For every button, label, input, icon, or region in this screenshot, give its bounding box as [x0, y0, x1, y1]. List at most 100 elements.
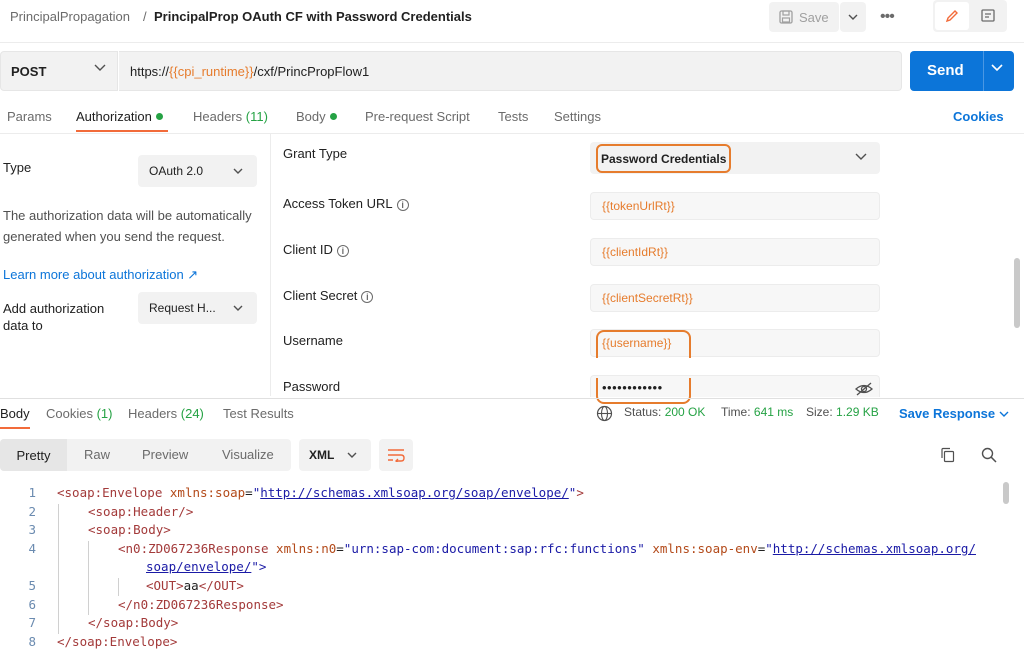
token-url-input[interactable]: {{tokenUrlRt}}: [590, 192, 880, 220]
save-response-button[interactable]: Save Response: [899, 406, 995, 421]
tab-tests[interactable]: Tests: [498, 109, 528, 124]
line-number: 5: [28, 578, 36, 593]
panel-divider: [270, 134, 271, 396]
response-tab-body[interactable]: Body: [0, 406, 30, 421]
eye-hidden-icon[interactable]: [855, 382, 873, 396]
code-line-7: </soap:Body>: [88, 615, 179, 630]
code-line-6: </n0:ZD067236Response>: [118, 597, 284, 612]
chevron-down-icon: [347, 452, 357, 458]
cookies-count: (1): [96, 406, 113, 421]
time-label: Time:: [721, 405, 751, 419]
line-number: 2: [28, 504, 36, 519]
wrap-lines-button[interactable]: [379, 439, 413, 471]
add-auth-to-value: Request H...: [149, 301, 216, 315]
tab-prerequest-script[interactable]: Pre-request Script: [365, 109, 470, 124]
line-number: 7: [28, 615, 36, 630]
chevron-down-icon[interactable]: [999, 411, 1009, 417]
tab-settings[interactable]: Settings: [554, 109, 601, 124]
chevron-down-icon: [233, 305, 243, 311]
headers-count: (11): [245, 109, 268, 124]
indent-guide: [88, 541, 89, 615]
url-input[interactable]: https://{{cpi_runtime}}/cxf/PrincPropFlo…: [119, 51, 902, 91]
time-value: 641 ms: [753, 405, 794, 419]
response-headers-count: (24): [180, 406, 204, 421]
request-title[interactable]: PrincipalProp OAuth CF with Password Cre…: [154, 9, 472, 24]
tabs-divider: [0, 133, 1024, 134]
add-auth-to-label: Add authorization data to: [3, 301, 105, 333]
response-tab-cookies[interactable]: Cookies (1): [46, 406, 112, 421]
save-label: Save: [799, 9, 829, 25]
info-icon[interactable]: i: [361, 291, 374, 303]
wrap-lines-icon: [388, 449, 405, 462]
client-id-label-text: Client ID: [283, 242, 333, 257]
cookies-link[interactable]: Cookies: [953, 109, 1004, 124]
response-time: Time: 641 ms: [721, 405, 793, 419]
search-icon[interactable]: [981, 447, 997, 463]
header-divider: [0, 42, 1024, 43]
code-line-4: <n0:ZD067236Response xmlns:n0="urn:sap-c…: [118, 541, 976, 556]
language-select[interactable]: XML: [299, 439, 371, 471]
globe-icon[interactable]: [596, 405, 613, 422]
auth-description: The authorization data will be automatic…: [3, 208, 252, 244]
chevron-down-icon: [855, 153, 867, 160]
response-tab-headers[interactable]: Headers (24): [128, 406, 204, 421]
active-tab-indicator: [76, 130, 168, 132]
line-number: 3: [28, 522, 36, 537]
send-label[interactable]: Send: [927, 62, 964, 79]
code-scrollbar[interactable]: [1003, 482, 1009, 504]
response-headers-label: Headers: [128, 406, 178, 421]
edit-button[interactable]: [935, 2, 969, 30]
save-dropdown-button[interactable]: [840, 2, 866, 32]
info-icon[interactable]: i: [336, 245, 349, 257]
status-label: Status:: [624, 405, 662, 419]
response-divider: [0, 398, 1024, 399]
client-id-value: {{clientIdRt}}: [602, 245, 669, 259]
info-icon[interactable]: i: [396, 199, 409, 211]
code-line-1: <soap:Envelope xmlns:soap="http://schema…: [57, 485, 584, 500]
client-secret-input[interactable]: {{clientSecretRt}}: [590, 284, 880, 312]
save-icon: [779, 10, 793, 24]
code-line-3: <soap:Body>: [88, 522, 171, 537]
username-label: Username: [283, 333, 343, 348]
save-button[interactable]: Save: [769, 2, 839, 32]
client-id-input[interactable]: {{clientIdRt}}: [590, 238, 880, 266]
code-line-5: <OUT>aa</OUT>: [146, 578, 244, 593]
more-options-icon[interactable]: •••: [880, 8, 895, 26]
chevron-down-icon: [233, 168, 243, 174]
tab-authorization[interactable]: Authorization: [76, 109, 163, 124]
response-tab-test-results[interactable]: Test Results: [223, 406, 294, 421]
size-value: 1.29 KB: [836, 405, 879, 419]
auth-type-label: Type: [3, 160, 32, 175]
response-cookies-label: Cookies: [46, 406, 93, 421]
format-visualize[interactable]: Visualize: [222, 447, 274, 462]
tab-headers[interactable]: Headers (11): [193, 109, 268, 124]
breadcrumb-separator: /: [143, 9, 147, 24]
password-highlight: [596, 378, 691, 404]
tab-params[interactable]: Params: [7, 109, 52, 124]
format-pretty-label: Pretty: [16, 447, 51, 463]
documentation-button[interactable]: [971, 2, 1005, 30]
line-number: 1: [28, 485, 36, 500]
line-number: 4: [28, 541, 36, 556]
method-value: POST: [11, 63, 47, 79]
format-pretty[interactable]: Pretty: [0, 439, 67, 471]
url-variable: {{cpi_runtime}}: [169, 63, 254, 79]
status-value: 200 OK: [664, 405, 706, 419]
response-status: Status: 200 OK: [624, 405, 705, 419]
format-raw[interactable]: Raw: [84, 447, 110, 462]
format-preview[interactable]: Preview: [142, 447, 188, 462]
grant-type-highlight: Password Credentials: [596, 144, 731, 173]
code-line-2: <soap:Header/>: [88, 504, 194, 519]
copy-icon[interactable]: [940, 447, 956, 463]
breadcrumb-parent[interactable]: PrincipalPropagation: [10, 9, 130, 24]
send-divider: [983, 51, 984, 91]
auth-scrollbar[interactable]: [1014, 258, 1020, 328]
line-number: 6: [28, 597, 36, 612]
learn-more-link[interactable]: Learn more about authorization ↗: [3, 267, 198, 283]
password-label: Password: [283, 379, 341, 394]
response-size: Size: 1.29 KB: [806, 405, 879, 419]
url-suffix: /cxf/PrincPropFlow1: [253, 63, 370, 79]
send-dropdown-icon[interactable]: [991, 64, 1003, 72]
tab-body[interactable]: Body: [296, 109, 337, 124]
language-value: XML: [309, 448, 335, 462]
